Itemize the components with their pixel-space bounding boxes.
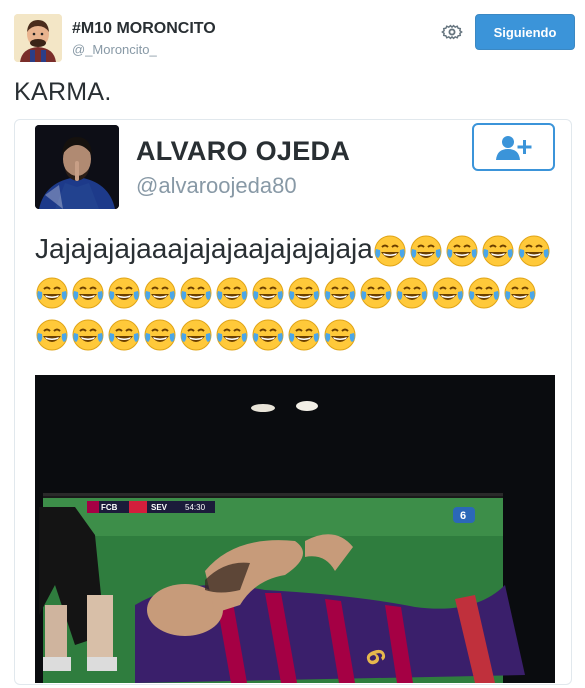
quoted-author-handle[interactable]: @alvaroojeda80	[136, 173, 297, 199]
face-with-tears-of-joy-icon	[468, 277, 500, 309]
face-with-tears-of-joy-icon	[360, 277, 392, 309]
face-with-tears-of-joy-icon	[72, 319, 104, 351]
face-with-tears-of-joy-icon	[482, 235, 514, 267]
face-with-tears-of-joy-icon	[72, 277, 104, 309]
face-with-tears-of-joy-icon	[518, 235, 550, 267]
face-with-tears-of-joy-icon	[36, 319, 68, 351]
face-with-tears-of-joy-icon	[36, 277, 68, 309]
author-name[interactable]: #M10 MORONCITO	[72, 20, 216, 38]
face-with-tears-of-joy-icon	[252, 277, 284, 309]
following-button[interactable]: Siguiendo	[475, 14, 575, 50]
author-handle[interactable]: @_Moroncito_	[72, 42, 157, 57]
add-user-icon	[495, 136, 531, 160]
face-with-tears-of-joy-icon	[396, 277, 428, 309]
face-with-tears-of-joy-icon	[108, 277, 140, 309]
channel-number: 6	[460, 510, 466, 522]
face-with-tears-of-joy-icon	[216, 277, 248, 309]
face-with-tears-of-joy-icon	[446, 235, 478, 267]
author-avatar[interactable]	[14, 14, 62, 62]
face-with-tears-of-joy-icon	[324, 277, 356, 309]
avatar-cartoon-icon	[14, 14, 62, 62]
face-with-tears-of-joy-icon	[504, 277, 536, 309]
gear-icon[interactable]	[441, 21, 463, 43]
quoted-tweet-text-content: Jajajajajaaajajajaajajajajaja	[35, 233, 373, 264]
face-with-tears-of-joy-icon	[324, 319, 356, 351]
quoted-author-avatar[interactable]	[35, 125, 119, 209]
tweet-text: KARMA.	[14, 78, 112, 106]
following-button-label: Siguiendo	[493, 24, 557, 40]
face-with-tears-of-joy-icon	[216, 319, 248, 351]
face-with-tears-of-joy-icon	[432, 277, 464, 309]
face-with-tears-of-joy-icon	[410, 235, 442, 267]
face-with-tears-of-joy-icon	[374, 235, 406, 267]
avatar-photo-icon	[35, 125, 119, 209]
video-thumbnail[interactable]: FCB SEV 54:30 6 6	[35, 375, 555, 683]
face-with-tears-of-joy-icon	[108, 319, 140, 351]
scoreboard-time: 54:30	[185, 503, 206, 512]
face-with-tears-of-joy-icon	[180, 277, 212, 309]
face-with-tears-of-joy-icon	[180, 319, 212, 351]
face-with-tears-of-joy-icon	[288, 277, 320, 309]
scoreboard-away: SEV	[151, 503, 168, 512]
face-with-tears-of-joy-icon	[288, 319, 320, 351]
follow-button[interactable]	[472, 123, 555, 171]
quoted-tweet-card[interactable]: ALVARO OJEDA @alvaroojeda80 Jajajajajaaa…	[14, 119, 572, 685]
soccer-broadcast-image: FCB SEV 54:30 6 6	[35, 375, 555, 683]
face-with-tears-of-joy-icon	[252, 319, 284, 351]
quoted-tweet-text: Jajajajajaaajajajaajajajajaja	[35, 228, 560, 354]
channel-badge: 6	[453, 507, 475, 523]
face-with-tears-of-joy-icon	[144, 319, 176, 351]
face-with-tears-of-joy-icon	[144, 277, 176, 309]
scoreboard: FCB SEV 54:30	[87, 501, 215, 513]
quoted-author-name[interactable]: ALVARO OJEDA	[136, 136, 350, 167]
scoreboard-home: FCB	[101, 503, 118, 512]
